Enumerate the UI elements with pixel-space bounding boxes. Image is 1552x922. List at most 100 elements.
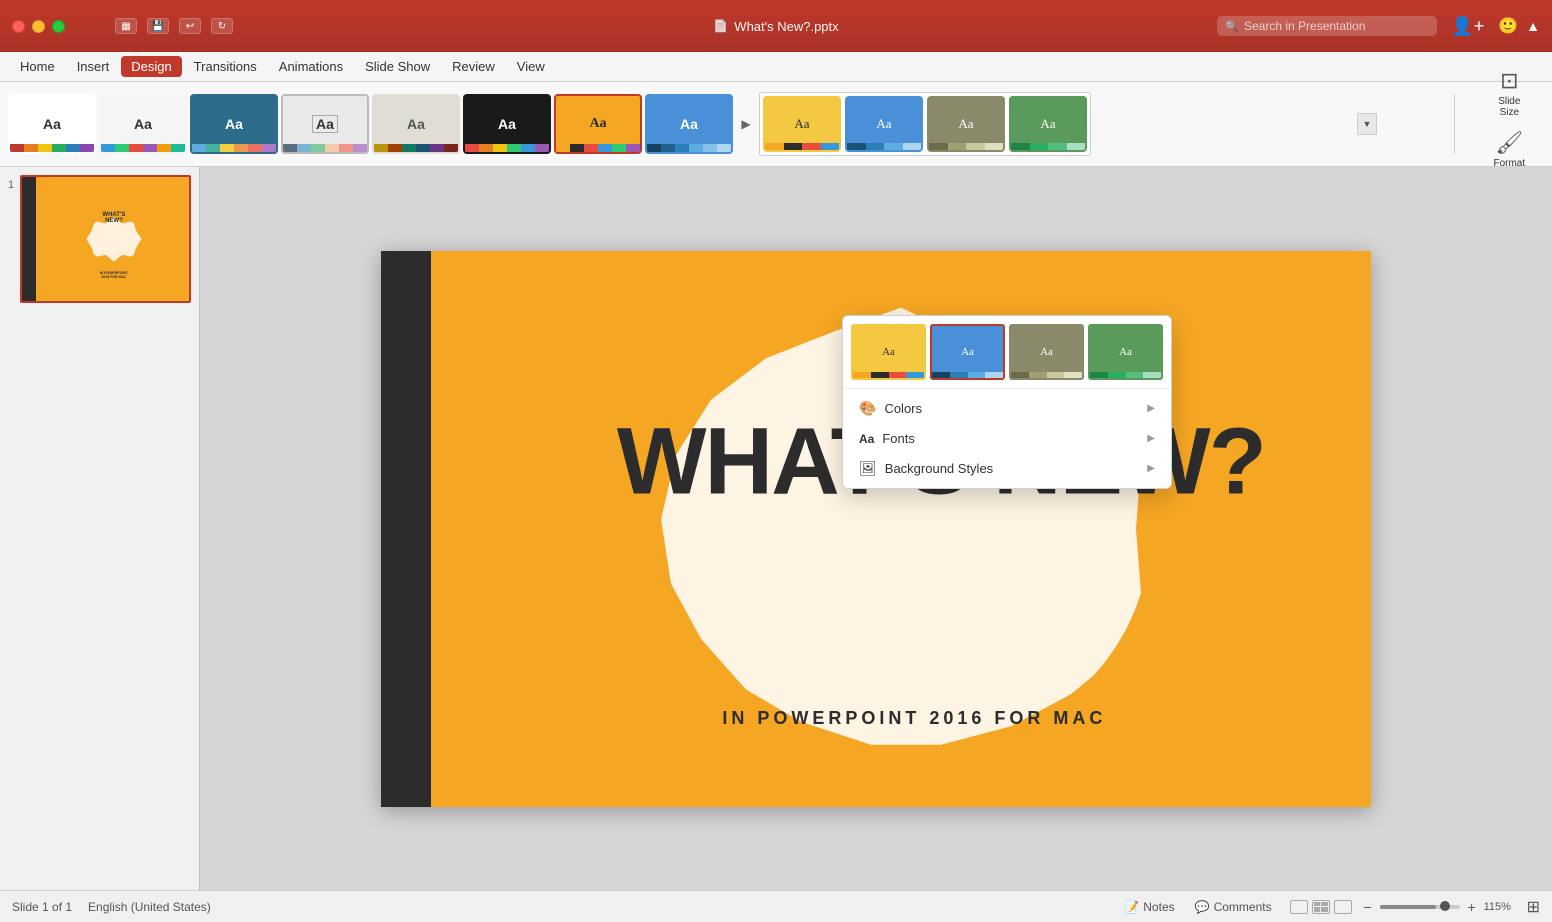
theme-1-label: Aa <box>43 116 61 132</box>
comments-label: Comments <box>1214 900 1272 914</box>
undo-icon[interactable]: ↩ <box>179 18 201 34</box>
redo-icon[interactable]: ↻ <box>211 18 233 34</box>
search-box[interactable]: 🔍 <box>1217 16 1437 36</box>
theme-3[interactable]: Aa <box>190 94 278 154</box>
theme-4-preview: Aa <box>283 96 367 152</box>
theme-4[interactable]: Aa <box>281 94 369 154</box>
slide-thumb-subtitle: IN POWERPOINT2016 FOR MAC <box>100 271 128 279</box>
theme-3-preview: Aa <box>192 96 276 152</box>
slide-size-button[interactable]: ⊡ SlideSize <box>1490 64 1528 122</box>
maximize-button[interactable] <box>52 20 65 33</box>
comments-button[interactable]: 💬 Comments <box>1189 898 1278 916</box>
colors-icon: 🎨 <box>859 400 876 417</box>
zoom-thumb[interactable] <box>1440 901 1450 911</box>
slide-thumbnail[interactable]: WHAT'SNEW? IN POWERPOINT2016 FOR MAC <box>20 175 191 303</box>
menu-animations[interactable]: Animations <box>269 56 353 77</box>
dropdown-background-item[interactable]: 🖼 Background Styles ▶ <box>843 453 1171 484</box>
slides-panel: 1 WHAT'SNEW? IN POWERPOINT2016 FOR MAC <box>0 167 200 890</box>
zoom-fill <box>1380 905 1436 909</box>
share-button[interactable]: 👤+ <box>1445 14 1490 39</box>
theme-exp-3[interactable]: Aa <box>927 96 1005 152</box>
background-chevron: ▶ <box>1147 463 1155 474</box>
theme-6[interactable]: Aa <box>463 94 551 154</box>
fonts-label: Fonts <box>882 431 915 446</box>
menu-slideshow[interactable]: Slide Show <box>355 56 440 77</box>
dd-theme-1[interactable]: Aa <box>851 324 926 380</box>
sidebar-toggle-icon[interactable]: ▦ <box>115 18 137 34</box>
slide-size-icon: ⊡ <box>1500 68 1518 94</box>
dd-theme-4[interactable]: Aa <box>1088 324 1163 380</box>
search-input[interactable] <box>1244 19 1424 33</box>
zoom-track[interactable] <box>1380 905 1460 909</box>
zoom-minus-button[interactable]: − <box>1360 899 1376 915</box>
theme-exp-1[interactable]: Aa <box>763 96 841 152</box>
minimize-button[interactable] <box>32 20 45 33</box>
menu-review[interactable]: Review <box>442 56 505 77</box>
theme-5[interactable]: Aa <box>372 94 460 154</box>
search-icon: 🔍 <box>1225 20 1239 33</box>
theme-2-label: Aa <box>134 116 152 132</box>
emoji-button[interactable]: 🙂 <box>1498 16 1518 36</box>
titlebar-title: 📄 What's New?.pptx <box>713 19 838 34</box>
slide-info: Slide 1 of 1 <box>12 900 72 914</box>
slide-thumb-container: 1 WHAT'SNEW? IN POWERPOINT2016 FOR MAC <box>8 175 191 303</box>
traffic-lights <box>12 20 65 33</box>
dropdown-colors-item[interactable]: 🎨 Colors ▶ <box>843 393 1171 424</box>
theme-8[interactable]: Aa <box>645 94 733 154</box>
filename-label: What's New?.pptx <box>734 19 838 34</box>
menu-transitions[interactable]: Transitions <box>184 56 267 77</box>
theme-8-label: Aa <box>680 116 698 132</box>
presenter-view-button[interactable] <box>1334 900 1352 914</box>
theme-1-colors <box>10 144 94 152</box>
close-button[interactable] <box>12 20 25 33</box>
normal-view-button[interactable] <box>1290 900 1308 914</box>
theme-1-preview: Aa <box>10 96 94 152</box>
theme-3-label: Aa <box>225 116 243 132</box>
expanded-themes: Aa Aa <box>759 92 1091 156</box>
collapse-ribbon-button[interactable]: ▲ <box>1526 18 1540 34</box>
notes-icon: 📝 <box>1124 900 1139 914</box>
dropdown-themes-row: Aa Aa <box>843 316 1171 389</box>
theme-4-label: Aa <box>312 115 338 133</box>
theme-6-label: Aa <box>498 116 516 132</box>
theme-8-preview: Aa <box>647 96 731 152</box>
dropdown-fonts-left: Aa Fonts <box>859 431 915 446</box>
menu-home[interactable]: Home <box>10 56 65 77</box>
grid-view-button[interactable] <box>1312 900 1330 914</box>
ribbon-actions: ⊡ SlideSize 🖌 FormatBackground <box>1475 64 1544 184</box>
theme-2[interactable]: Aa <box>99 94 187 154</box>
expand-themes-button[interactable]: ▼ <box>1357 113 1377 135</box>
colors-chevron: ▶ <box>1147 403 1155 414</box>
comments-icon: 💬 <box>1195 900 1210 914</box>
language-info: English (United States) <box>88 900 211 914</box>
dd-theme-2[interactable]: Aa <box>930 324 1005 380</box>
menu-insert[interactable]: Insert <box>67 56 120 77</box>
menu-design[interactable]: Design <box>121 56 181 77</box>
titlebar: ▦ 💾 ↩ ↻ 📄 What's New?.pptx 🔍 👤+ 🙂 ▲ <box>0 0 1552 52</box>
dropdown-fonts-item[interactable]: Aa Fonts ▶ <box>843 424 1171 453</box>
dd-theme-3[interactable]: Aa <box>1009 324 1084 380</box>
theme-6-colors <box>465 144 549 152</box>
theme-7-label: Aa <box>589 116 606 132</box>
fonts-icon: Aa <box>859 432 874 446</box>
theme-exp-4[interactable]: Aa <box>1009 96 1087 152</box>
theme-4-colors <box>283 144 367 152</box>
colors-label: Colors <box>884 401 922 416</box>
zoom-plus-button[interactable]: + <box>1464 899 1480 915</box>
slide-number: 1 <box>8 179 14 191</box>
theme-scroll-arrow[interactable]: ▶ <box>736 94 756 154</box>
menu-view[interactable]: View <box>507 56 555 77</box>
fit-slide-button[interactable]: ⊞ <box>1527 897 1540 917</box>
save-icon[interactable]: 💾 <box>147 18 169 34</box>
notes-button[interactable]: 📝 Notes <box>1118 898 1180 916</box>
statusbar-right: 📝 Notes 💬 Comments − + 115% ⊞ <box>1118 897 1540 917</box>
theme-1[interactable]: Aa <box>8 94 96 154</box>
theme-exp-2[interactable]: Aa <box>845 96 923 152</box>
dropdown-background-left: 🖼 Background Styles <box>859 460 993 477</box>
slide-sub-text: IN POWERPOINT 2016 FOR MAC <box>722 708 1106 729</box>
zoom-slider: − + 115% <box>1360 899 1519 915</box>
titlebar-toolbar: ▦ 💾 ↩ ↻ <box>115 18 233 34</box>
theme-2-preview: Aa <box>101 96 185 152</box>
slide-left-bar <box>381 251 431 807</box>
theme-7[interactable]: Aa <box>554 94 642 154</box>
